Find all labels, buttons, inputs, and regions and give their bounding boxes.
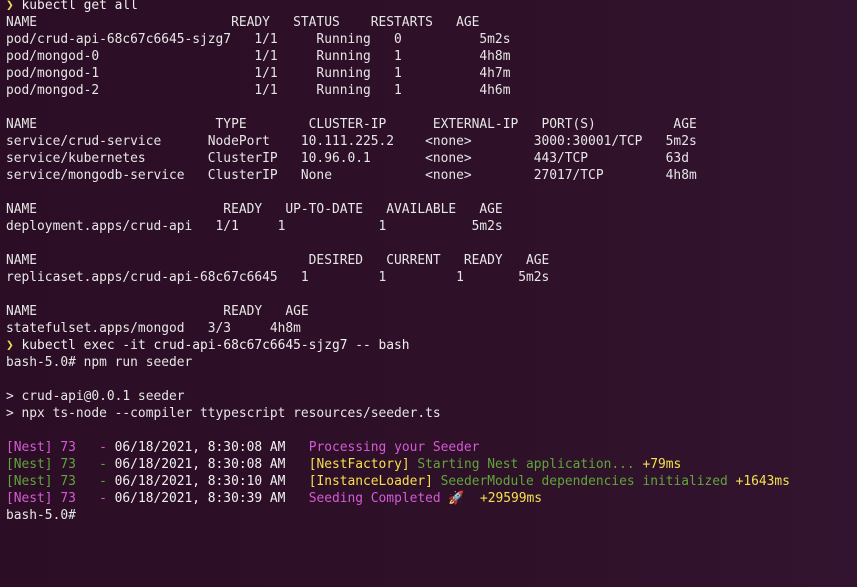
nest-datetime: 06/18/2021, 8:30:10 AM xyxy=(114,474,286,489)
nest-prefix: [Nest] 73 - xyxy=(6,474,115,489)
nest-datetime: 06/18/2021, 8:30:39 AM xyxy=(114,491,286,506)
nest-message: Processing your Seeder xyxy=(308,440,480,455)
table-row: pod/crud-api-68c67c6645-sjzg7 1/1 Runnin… xyxy=(6,32,511,47)
bash-command: npm run seeder xyxy=(75,355,193,370)
table-row: replicaset.apps/crud-api-68c67c6645 1 1 … xyxy=(6,270,550,285)
bash-prompt: bash-5.0# xyxy=(6,508,76,523)
terminal-window[interactable]: ❯ kubectl get all NAME READY STATUS REST… xyxy=(0,0,857,587)
nest-log-line: [Nest] 73 - 06/18/2021, 8:30:08 AM Proce… xyxy=(6,439,479,456)
nest-prefix: [Nest] 73 - xyxy=(6,491,115,506)
replicasets-header: NAME DESIRED CURRENT READY AGE xyxy=(6,253,550,268)
table-row: pod/mongod-2 1/1 Running 1 4h6m xyxy=(6,83,511,98)
nest-prefix: [Nest] 73 - xyxy=(6,440,115,455)
command-text: kubectl get all xyxy=(21,0,138,13)
nest-message: SeederModule dependencies initialized xyxy=(440,474,728,489)
nest-message: Starting Nest application... xyxy=(417,457,635,472)
nest-datetime: 06/18/2021, 8:30:08 AM xyxy=(114,440,286,455)
prompt-arrow-icon: ❯ xyxy=(6,0,14,13)
table-row: service/crud-service NodePort 10.111.225… xyxy=(6,134,697,149)
nest-log-line: [Nest] 73 - 06/18/2021, 8:30:10 AM [Inst… xyxy=(6,473,790,490)
command-line-1: ❯ kubectl get all xyxy=(6,0,138,14)
table-row: pod/mongod-1 1/1 Running 1 4h7m xyxy=(6,66,511,81)
nest-message: Seeding Completed 🚀 xyxy=(308,491,465,506)
statefulsets-header: NAME READY AGE xyxy=(6,304,309,319)
table-row: deployment.apps/crud-api 1/1 1 1 5m2s xyxy=(6,219,503,234)
command-line-2: ❯ kubectl exec -it crud-api-68c67c6645-s… xyxy=(6,337,410,354)
table-row: service/mongodb-service ClusterIP None <… xyxy=(6,168,697,183)
deployments-header: NAME READY UP-TO-DATE AVAILABLE AGE xyxy=(6,202,503,217)
pods-header: NAME READY STATUS RESTARTS AGE xyxy=(6,15,480,30)
nest-datetime: 06/18/2021, 8:30:08 AM xyxy=(114,457,286,472)
table-row: pod/mongod-0 1/1 Running 1 4h8m xyxy=(6,49,511,64)
table-row: statefulset.apps/mongod 3/3 4h8m xyxy=(6,321,301,336)
nest-context: [NestFactory] xyxy=(308,457,410,472)
bash-command-line: bash-5.0# npm run seeder xyxy=(6,354,192,371)
bash-prompt: bash-5.0# xyxy=(6,355,76,370)
nest-timing: +1643ms xyxy=(735,474,790,489)
table-row: service/kubernetes ClusterIP 10.96.0.1 <… xyxy=(6,151,689,166)
final-bash-prompt[interactable]: bash-5.0# xyxy=(6,507,77,524)
nest-timing: +29599ms xyxy=(479,491,543,506)
nest-prefix: [Nest] 73 - xyxy=(6,457,115,472)
prompt-arrow-icon: ❯ xyxy=(6,338,14,353)
nest-context: [InstanceLoader] xyxy=(308,474,433,489)
nest-timing: +79ms xyxy=(642,457,682,472)
npm-output-line: > crud-api@0.0.1 seeder xyxy=(6,389,185,404)
services-header: NAME TYPE CLUSTER-IP EXTERNAL-IP PORT(S)… xyxy=(6,117,697,132)
nest-log-line: [Nest] 73 - 06/18/2021, 8:30:39 AM Seedi… xyxy=(6,490,542,507)
npm-output-line: > npx ts-node --compiler ttypescript res… xyxy=(6,406,441,421)
nest-log-line: [Nest] 73 - 06/18/2021, 8:30:08 AM [Nest… xyxy=(6,456,681,473)
command-text: kubectl exec -it crud-api-68c67c6645-sjz… xyxy=(21,338,410,353)
